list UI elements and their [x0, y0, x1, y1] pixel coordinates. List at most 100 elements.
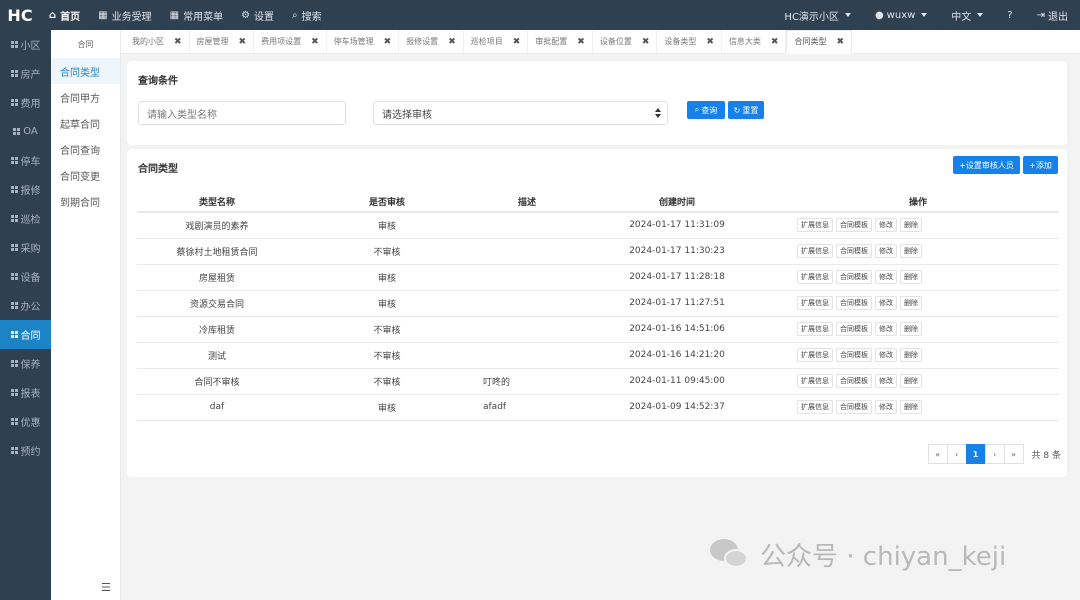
user-dropdown[interactable]: ● wuxw	[863, 10, 939, 21]
page-first-button[interactable]: «	[927, 444, 948, 464]
close-icon[interactable]: ✖	[771, 37, 779, 47]
delete-button[interactable]: 删除	[900, 244, 922, 258]
nav-settings-label: 设置	[254, 11, 275, 23]
contract-template-button[interactable]: 合同模板	[836, 400, 872, 414]
nav-common-menu[interactable]: ▦ 常用菜单	[161, 0, 232, 30]
sidebar-item-purchase[interactable]: 采购	[0, 233, 51, 262]
submenu-item-contract-change[interactable]: 合同变更	[51, 162, 120, 188]
tab-parking-management[interactable]: 停车场管理 ✖	[327, 29, 400, 54]
edit-button[interactable]: 修改	[875, 374, 897, 388]
contract-template-button[interactable]: 合同模板	[836, 348, 872, 362]
tab-equipment-location[interactable]: 设备位置 ✖	[593, 29, 658, 54]
extend-info-button[interactable]: 扩展信息	[797, 218, 833, 233]
type-name-input[interactable]: 请输入类型名称	[138, 101, 346, 125]
sidebar-item-discount[interactable]: 优惠	[0, 407, 51, 436]
tab-info-category[interactable]: 信息大类 ✖	[722, 29, 787, 54]
sidebar-item-fee[interactable]: 费用	[0, 88, 51, 117]
contract-template-button[interactable]: 合同模板	[836, 244, 872, 258]
close-icon[interactable]: ✖	[642, 37, 650, 47]
tab-inspection-items[interactable]: 巡检项目 ✖	[464, 29, 529, 54]
contract-template-button[interactable]: 合同模板	[836, 296, 872, 310]
close-icon[interactable]: ✖	[513, 37, 521, 47]
contract-template-button[interactable]: 合同模板	[836, 218, 872, 233]
close-icon[interactable]: ✖	[577, 37, 585, 47]
tab-my-community[interactable]: 我的小区 ✖	[125, 29, 190, 54]
extend-info-button[interactable]: 扩展信息	[797, 400, 833, 414]
page-last-button[interactable]: »	[1003, 444, 1024, 464]
close-icon[interactable]: ✖	[311, 37, 319, 47]
sidebar-item-inspection[interactable]: 巡检	[0, 204, 51, 233]
close-icon[interactable]: ✖	[174, 37, 182, 47]
extend-info-button[interactable]: 扩展信息	[797, 322, 833, 336]
page-current-button[interactable]: 1	[965, 444, 986, 464]
delete-button[interactable]: 删除	[900, 400, 922, 414]
edit-button[interactable]: 修改	[875, 322, 897, 336]
sidebar-item-office[interactable]: 办公	[0, 291, 51, 320]
close-icon[interactable]: ✖	[836, 37, 844, 47]
tab-equipment-type[interactable]: 设备类型 ✖	[657, 29, 722, 54]
delete-button[interactable]: 删除	[900, 218, 922, 233]
extend-info-button[interactable]: 扩展信息	[797, 296, 833, 310]
sidebar-item-maintenance[interactable]: 保养	[0, 349, 51, 378]
tab-contract-type[interactable]: 合同类型 ✖	[786, 29, 853, 54]
edit-button[interactable]: 修改	[875, 296, 897, 310]
extend-info-button[interactable]: 扩展信息	[797, 244, 833, 258]
set-auditor-button[interactable]: +设置审核人员	[953, 156, 1020, 174]
sidebar-item-repair[interactable]: 报修	[0, 175, 51, 204]
cell-actions: 扩展信息 合同模板 修改 删除	[777, 316, 1059, 343]
language-dropdown[interactable]: 中文	[939, 8, 995, 23]
audit-select[interactable]: 请选择审核	[373, 101, 668, 125]
contract-template-button[interactable]: 合同模板	[836, 374, 872, 388]
help-button[interactable]: ?	[995, 10, 1024, 21]
delete-button[interactable]: 删除	[900, 296, 922, 310]
contract-template-button[interactable]: 合同模板	[836, 270, 872, 284]
nav-search[interactable]: ⌕ 搜索	[283, 0, 331, 30]
sidebar-item-appointment[interactable]: 预约	[0, 436, 51, 465]
sidebar-item-report[interactable]: 报表	[0, 378, 51, 407]
sidebar-item-parking[interactable]: 停车	[0, 146, 51, 175]
tab-house-management[interactable]: 房屋管理 ✖	[190, 29, 255, 54]
close-icon[interactable]: ✖	[448, 37, 456, 47]
page-next-button[interactable]: ›	[984, 444, 1005, 464]
page-prev-button[interactable]: ‹	[946, 444, 967, 464]
delete-button[interactable]: 删除	[900, 374, 922, 388]
tab-fee-settings[interactable]: 费用项设置 ✖	[254, 29, 327, 54]
submenu-item-contract-party[interactable]: 合同甲方	[51, 84, 120, 110]
extend-info-button[interactable]: 扩展信息	[797, 348, 833, 362]
contract-template-button[interactable]: 合同模板	[836, 322, 872, 336]
delete-button[interactable]: 删除	[900, 270, 922, 284]
extend-info-button[interactable]: 扩展信息	[797, 374, 833, 388]
edit-button[interactable]: 修改	[875, 244, 897, 258]
reset-button[interactable]: ↻ 重置	[728, 101, 764, 119]
close-icon[interactable]: ✖	[706, 37, 714, 47]
menu-collapse-icon[interactable]: ☰	[101, 581, 111, 594]
sidebar-item-contract[interactable]: 合同	[0, 320, 51, 349]
community-dropdown[interactable]: HC演示小区	[772, 8, 863, 23]
submenu-item-contract-type[interactable]: 合同类型	[51, 58, 120, 84]
edit-button[interactable]: 修改	[875, 348, 897, 362]
close-icon[interactable]: ✖	[384, 37, 392, 47]
sidebar-item-property[interactable]: 房产	[0, 59, 51, 88]
nav-home[interactable]: ⌂ 首页	[40, 0, 89, 30]
delete-button[interactable]: 删除	[900, 348, 922, 362]
sidebar-item-community[interactable]: 小区	[0, 30, 51, 59]
sidebar-item-equipment[interactable]: 设备	[0, 262, 51, 291]
extend-info-button[interactable]: 扩展信息	[797, 270, 833, 284]
close-icon[interactable]: ✖	[239, 37, 247, 47]
logout-button[interactable]: ⇥ 退出	[1025, 8, 1080, 23]
submenu-item-expired-contract[interactable]: 到期合同	[51, 188, 120, 214]
tab-repair-settings[interactable]: 报修设置 ✖	[399, 29, 464, 54]
edit-button[interactable]: 修改	[875, 218, 897, 233]
app-logo[interactable]: HC	[0, 6, 40, 25]
tab-approval-config[interactable]: 审批配置 ✖	[528, 29, 593, 54]
search-button[interactable]: ⌕ 查询	[687, 101, 725, 119]
submenu-item-contract-query[interactable]: 合同查询	[51, 136, 120, 162]
nav-business[interactable]: ▦ 业务受理	[89, 0, 160, 30]
sidebar-item-oa[interactable]: OA	[0, 117, 51, 146]
submenu-item-draft-contract[interactable]: 起草合同	[51, 110, 120, 136]
add-button[interactable]: +添加	[1023, 156, 1058, 174]
edit-button[interactable]: 修改	[875, 270, 897, 284]
delete-button[interactable]: 删除	[900, 322, 922, 336]
edit-button[interactable]: 修改	[875, 400, 897, 414]
nav-settings[interactable]: ⚙ 设置	[232, 0, 283, 30]
